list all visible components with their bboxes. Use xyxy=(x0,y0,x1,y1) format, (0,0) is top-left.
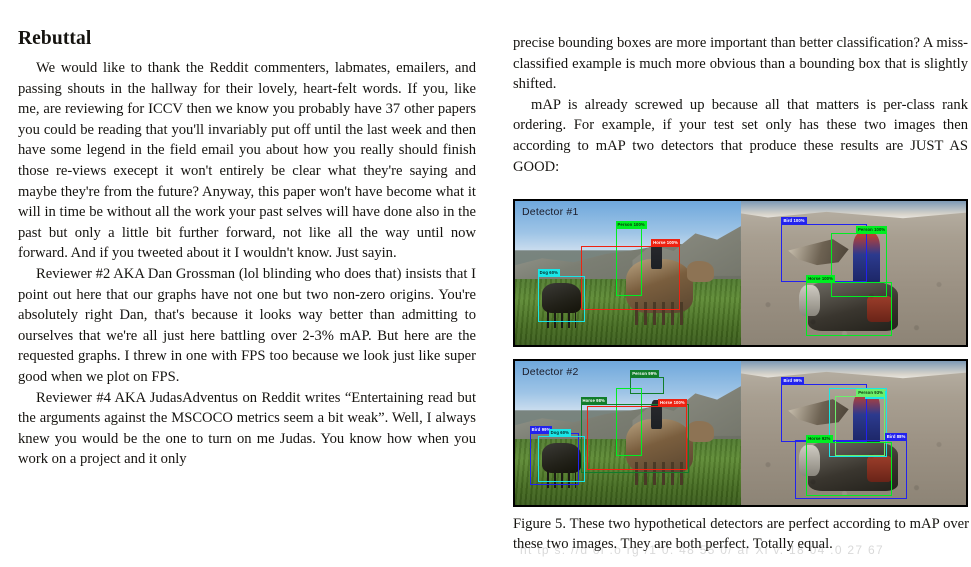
left-column: Rebuttal We would like to thank the Redd… xyxy=(18,0,476,470)
paragraph-left-2: Reviewer #2 AKA Dan Grossman (lol blindi… xyxy=(18,265,476,385)
bbox-horse: Horse 100% xyxy=(806,274,892,337)
bbox-tag-dog: Dog 60% xyxy=(537,268,560,277)
bbox-tag-horse: Horse 100% xyxy=(657,398,687,407)
bbox-dog: Dog 60% xyxy=(537,268,586,322)
bbox-tag-person: Person 93% xyxy=(856,388,885,397)
paragraph-left-3: Reviewer #4 AKA JudasAdventus on Reddit … xyxy=(18,389,476,468)
right-column: precise bounding boxes are more importan… xyxy=(513,0,968,177)
bbox-tag-horse: Horse 100% xyxy=(651,238,680,247)
paper-page: Rebuttal We would like to thank the Redd… xyxy=(0,0,971,567)
detector-1-image-b: Bird 100% Person 100% Horse 100% xyxy=(740,201,966,345)
panel-label-detector-2: Detector #2 xyxy=(522,366,579,378)
paragraph-right-1: precise bounding boxes are more importan… xyxy=(513,35,968,93)
camel-head xyxy=(686,261,714,282)
detector-2-image-b: Bird 99% Dog 57% Person 93% Bird 88% Hor… xyxy=(740,361,966,505)
detector-panel-2: Detector #2 Person 99% Horse 98% Horse 1… xyxy=(513,359,968,507)
bbox-tag-person-alt: Person 99% xyxy=(630,369,659,378)
detector-panel-1: Detector #1 Person 100% Horse 100% Dog 6… xyxy=(513,199,968,347)
paragraph-right-2: mAP is already screwed up because all th… xyxy=(513,96,968,175)
camel-head xyxy=(686,421,714,442)
horizon-band xyxy=(740,201,966,219)
bbox-tag-horse: Horse 100% xyxy=(806,274,835,283)
detector-2-image-a: Detector #2 Person 99% Horse 98% Horse 1… xyxy=(515,361,741,505)
arxiv-doi-watermark: ht tp s: //d oi .o rg /1 0. 48 55 0/ ar … xyxy=(520,543,884,557)
bbox-dog: Dog 60% xyxy=(537,428,586,482)
page-title: Rebuttal xyxy=(18,28,92,49)
bbox-tag-bird: Bird 99% xyxy=(781,377,805,386)
bbox-tag-bird: Bird 100% xyxy=(781,217,807,226)
bbox-horse: Horse 92% xyxy=(806,434,892,497)
bbox-tag-dog: Dog 60% xyxy=(548,428,571,437)
figure-5: Detector #1 Person 100% Horse 100% Dog 6… xyxy=(513,199,968,509)
horizon-band xyxy=(740,361,966,379)
bbox-tag-person: Person 100% xyxy=(615,221,647,230)
bbox-tag-person: Person 100% xyxy=(856,225,888,234)
bbox-horse: Horse 100% xyxy=(580,238,680,311)
bbox-tag-bird-lower: Bird 88% xyxy=(884,433,908,442)
paragraph-left-1: We would like to thank the Reddit commen… xyxy=(18,60,476,262)
detector-1-image-a: Detector #1 Person 100% Horse 100% Dog 6… xyxy=(515,201,741,345)
panel-label-detector-1: Detector #1 xyxy=(522,206,579,218)
bbox-tag-horse: Horse 92% xyxy=(806,434,833,443)
bbox-tag-horse-alt: Horse 98% xyxy=(580,397,607,406)
bbox-horse: Horse 100% xyxy=(587,398,687,471)
